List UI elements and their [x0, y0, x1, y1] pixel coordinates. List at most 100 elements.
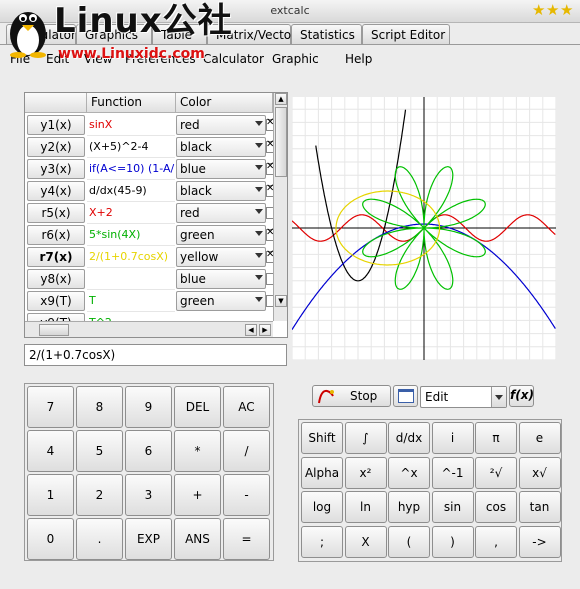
key-button[interactable]: 6: [125, 430, 172, 472]
color-select[interactable]: blue: [176, 159, 266, 179]
key-button[interactable]: 2: [76, 474, 123, 516]
function-cell[interactable]: 2/(1+0.7cosX): [87, 246, 175, 268]
function-cell[interactable]: sinX: [87, 114, 175, 136]
key-button[interactable]: 9: [125, 386, 172, 428]
key-button[interactable]: sin: [431, 491, 474, 523]
function-cell[interactable]: d/dx(45-9): [87, 180, 175, 202]
key-button[interactable]: hyp: [388, 491, 430, 523]
star-icon[interactable]: ★: [560, 1, 573, 19]
key-button[interactable]: ∫: [344, 422, 387, 454]
color-select[interactable]: blue: [176, 269, 266, 289]
scroll-up-icon[interactable]: ▲: [275, 93, 287, 105]
dropdown-arrow-icon: [255, 275, 263, 280]
key-button[interactable]: ²√: [475, 456, 517, 489]
color-select[interactable]: red: [176, 203, 266, 223]
function-cell[interactable]: (X+5)^2-4: [87, 136, 175, 158]
star-icon[interactable]: ★: [532, 1, 545, 19]
key-button[interactable]: Alpha: [301, 456, 343, 489]
key-button[interactable]: d/dx: [388, 422, 430, 454]
key-button[interactable]: 8: [76, 386, 123, 428]
dropdown-arrow-icon[interactable]: [491, 387, 506, 407]
key-button[interactable]: ln: [344, 491, 387, 523]
color-select[interactable]: black: [176, 181, 266, 201]
color-select-value: black: [180, 184, 212, 198]
key-button[interactable]: -: [223, 474, 270, 516]
key-button[interactable]: 4: [27, 430, 74, 472]
function-cell[interactable]: T: [87, 290, 175, 312]
row-name-button[interactable]: r5(x): [27, 203, 85, 223]
color-select[interactable]: black: [176, 137, 266, 157]
star-icon[interactable]: ★: [546, 1, 559, 19]
key-button[interactable]: 3: [125, 474, 172, 516]
key-button[interactable]: e: [518, 422, 561, 454]
menu-graphic[interactable]: Graphic: [272, 52, 319, 66]
function-cell[interactable]: [87, 268, 175, 290]
key-button[interactable]: x²: [344, 456, 387, 489]
menu-calculator[interactable]: Calculator: [203, 52, 264, 66]
tab-divider: [0, 44, 580, 45]
stop-button[interactable]: Stop: [312, 385, 391, 407]
color-select[interactable]: green: [176, 291, 266, 311]
key-button[interactable]: +: [174, 474, 221, 516]
key-button[interactable]: EXP: [125, 518, 172, 560]
key-button[interactable]: 1: [27, 474, 74, 516]
function-header: Function: [87, 93, 176, 113]
row-name-button[interactable]: x9(T): [27, 291, 85, 311]
key-button[interactable]: cos: [475, 491, 517, 523]
key-button[interactable]: (: [388, 525, 430, 558]
key-button[interactable]: *: [174, 430, 221, 472]
function-cell[interactable]: X+2: [87, 202, 175, 224]
dropdown-arrow-icon: [255, 297, 263, 302]
key-button[interactable]: log: [301, 491, 343, 523]
tab-script-editor[interactable]: Script Editor: [362, 24, 450, 44]
key-button[interactable]: /: [223, 430, 270, 472]
key-button[interactable]: DEL: [174, 386, 221, 428]
key-button[interactable]: i: [431, 422, 474, 454]
key-button[interactable]: ;: [301, 525, 343, 558]
key-button[interactable]: ^-1: [431, 456, 474, 489]
graph-canvas[interactable]: [292, 97, 556, 360]
horizontal-scrollbar[interactable]: ◀ ▶: [25, 321, 273, 337]
hscroll-thumb[interactable]: [39, 324, 69, 336]
color-select-value: red: [180, 206, 200, 220]
key-button[interactable]: ^x: [388, 456, 430, 489]
key-button[interactable]: .: [76, 518, 123, 560]
color-select[interactable]: green: [176, 225, 266, 245]
tab-statistics[interactable]: Statistics: [291, 24, 362, 44]
window-mode-button[interactable]: [393, 385, 418, 407]
function-cell[interactable]: 5*sin(4X): [87, 224, 175, 246]
key-button[interactable]: π: [475, 422, 517, 454]
key-button[interactable]: 5: [76, 430, 123, 472]
key-button[interactable]: 7: [27, 386, 74, 428]
function-cell[interactable]: if(A<=10) (1-A/: [87, 158, 175, 180]
row-name-button[interactable]: y3(x): [27, 159, 85, 179]
key-button[interactable]: 0: [27, 518, 74, 560]
scroll-thumb[interactable]: [275, 107, 287, 177]
scroll-right-icon[interactable]: ▶: [259, 324, 271, 336]
key-button[interactable]: x√: [518, 456, 561, 489]
row-name-button[interactable]: y4(x): [27, 181, 85, 201]
key-button[interactable]: ANS: [174, 518, 221, 560]
row-name-button[interactable]: y8(x): [27, 269, 85, 289]
scroll-down-icon[interactable]: ▼: [275, 295, 287, 307]
row-name-button[interactable]: r6(x): [27, 225, 85, 245]
function-button[interactable]: f(x): [509, 385, 534, 407]
expression-input[interactable]: 2/(1+0.7cosX): [24, 344, 287, 366]
vertical-scrollbar[interactable]: ▲ ▼: [273, 93, 287, 321]
key-button[interactable]: X: [344, 525, 387, 558]
row-name-button[interactable]: y1(x): [27, 115, 85, 135]
color-select[interactable]: yellow: [176, 247, 266, 267]
key-button[interactable]: =: [223, 518, 270, 560]
key-button[interactable]: tan: [518, 491, 561, 523]
key-button[interactable]: ->: [518, 525, 561, 558]
row-name-button[interactable]: r7(x): [27, 247, 85, 267]
mode-select[interactable]: Edit: [420, 386, 507, 408]
key-button[interactable]: ,: [475, 525, 517, 558]
scroll-left-icon[interactable]: ◀: [245, 324, 257, 336]
key-button[interactable]: Shift: [301, 422, 343, 454]
row-name-button[interactable]: y2(x): [27, 137, 85, 157]
key-button[interactable]: AC: [223, 386, 270, 428]
color-select[interactable]: red: [176, 115, 266, 135]
menu-help[interactable]: Help: [345, 52, 372, 66]
key-button[interactable]: ): [431, 525, 474, 558]
